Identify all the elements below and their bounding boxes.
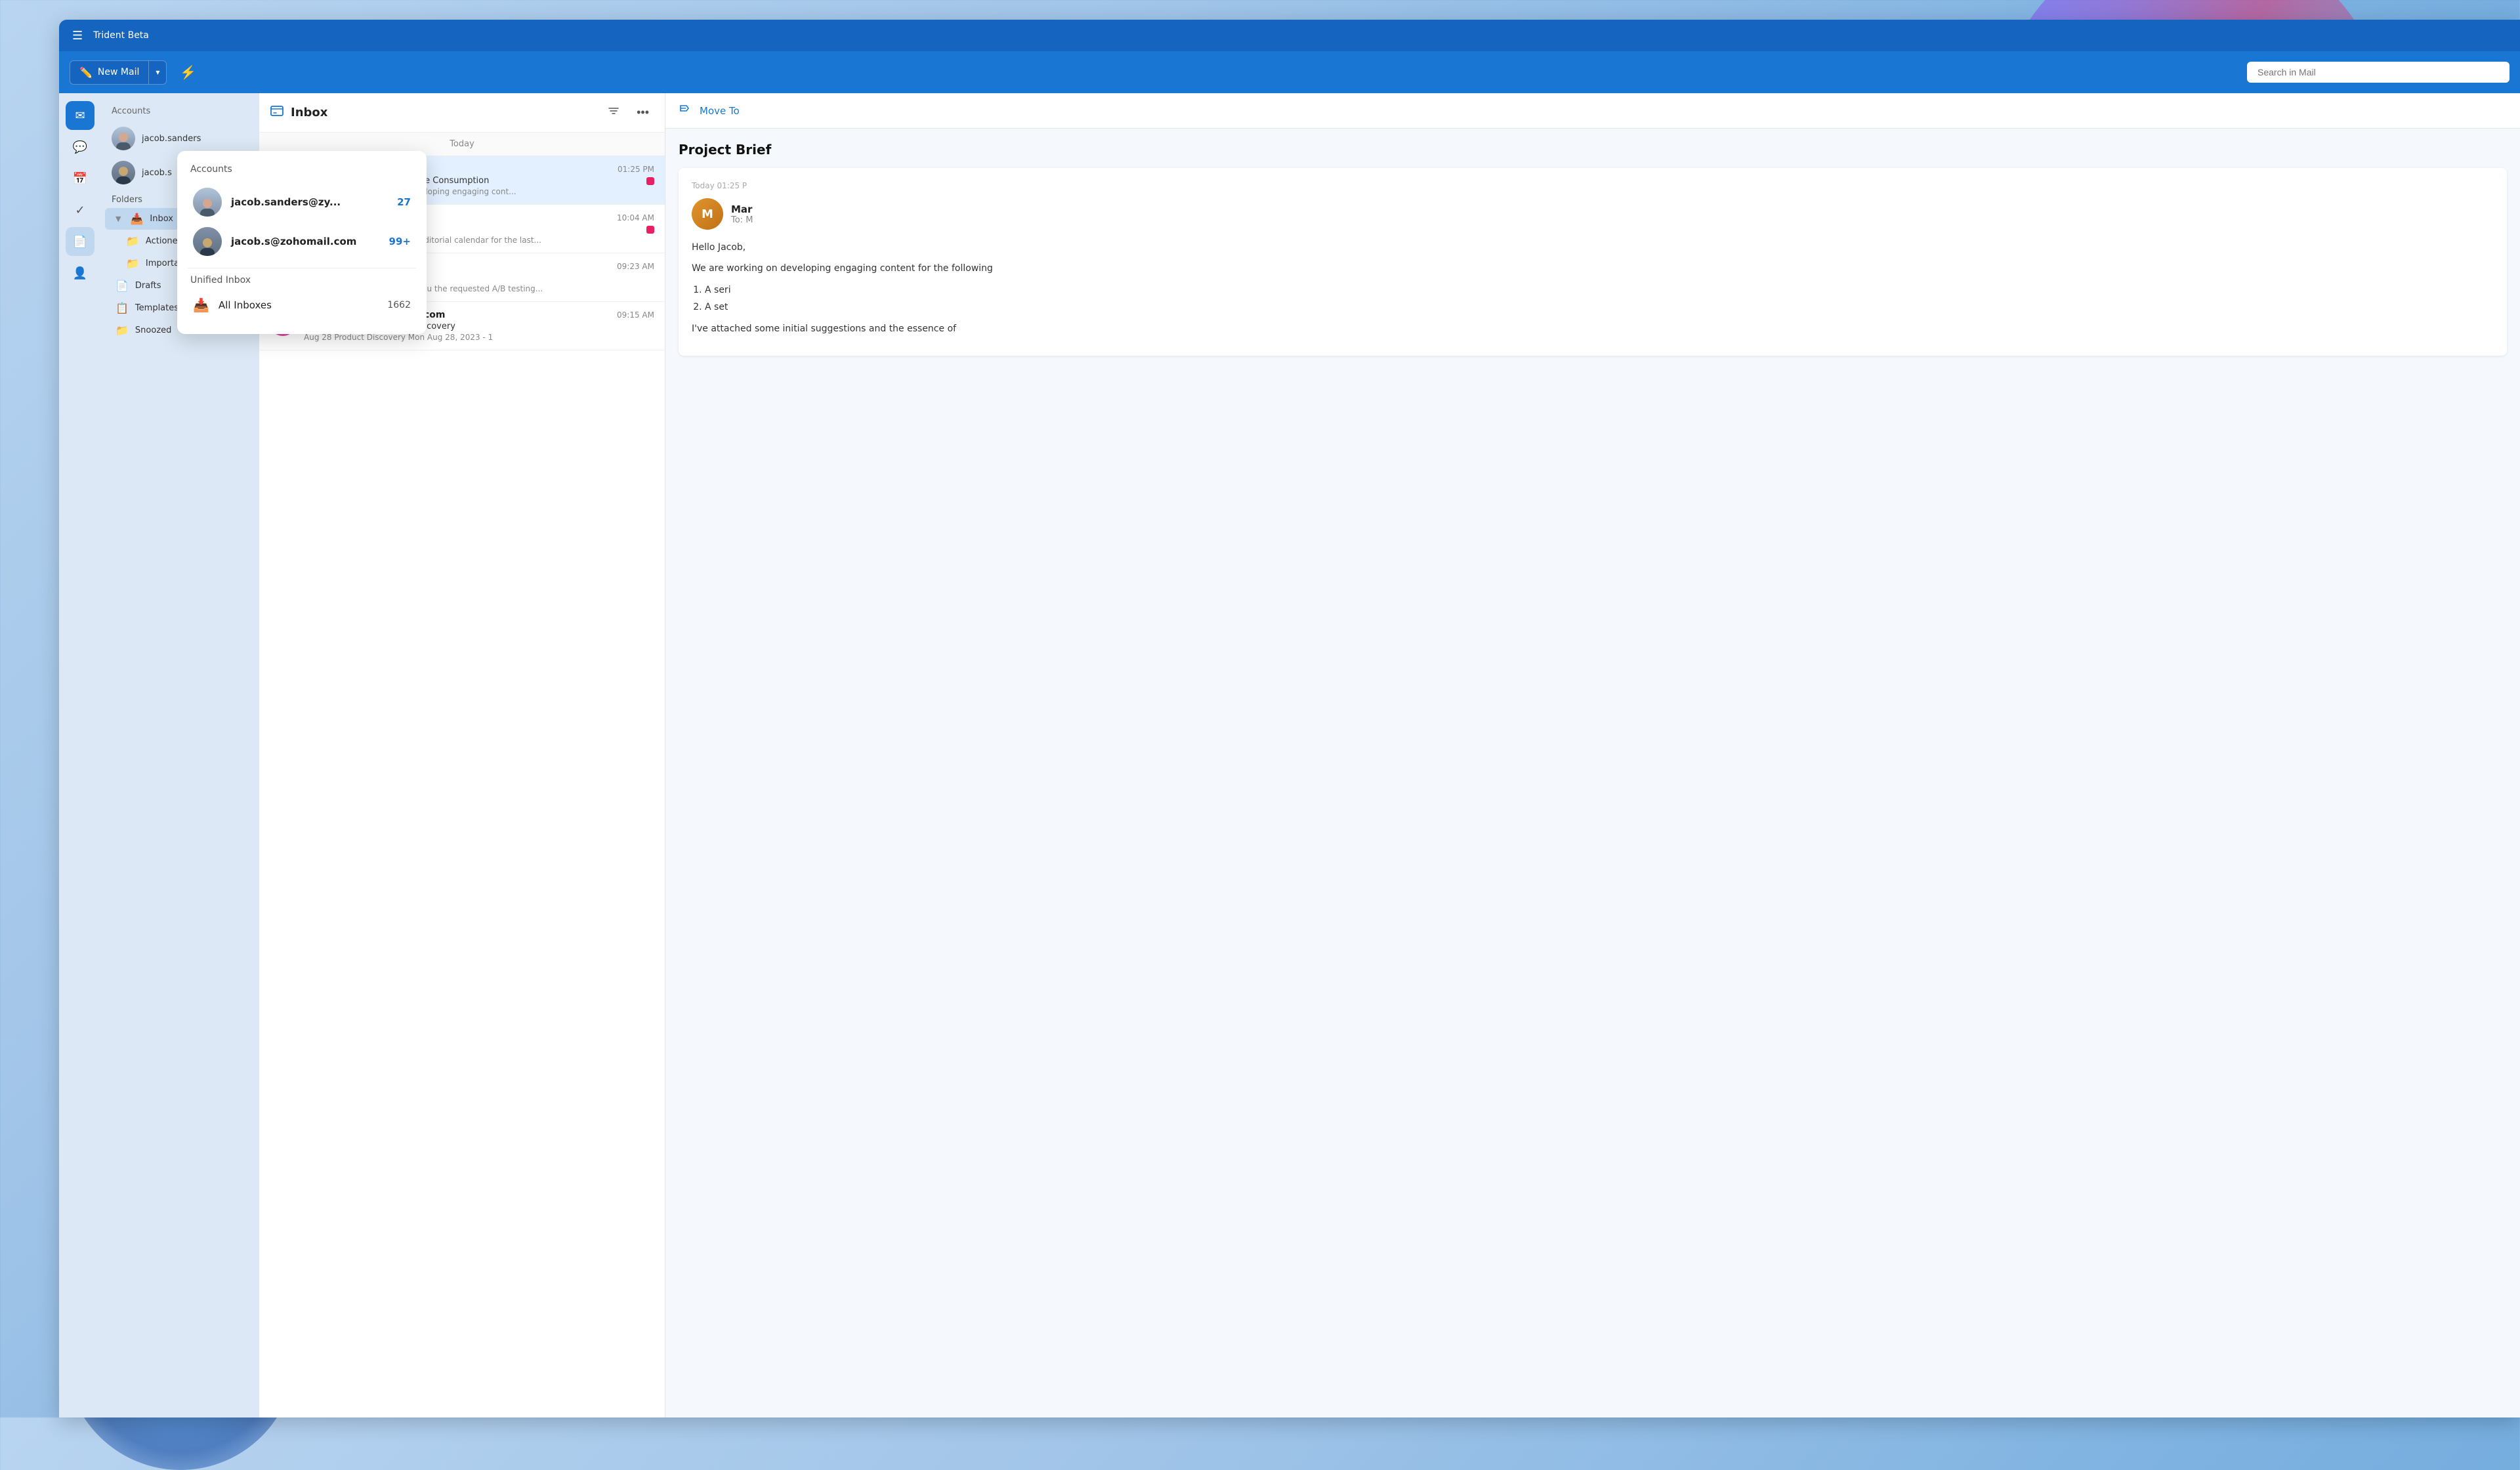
all-inboxes-icon: 📥 <box>193 297 209 313</box>
toolbar: ✏️ New Mail ▾ ⚡ <box>59 51 2520 93</box>
accounts-section-title: Accounts <box>101 104 259 121</box>
reading-pane: Move To Project Brief Today 01:25 P M Ma… <box>665 93 2520 1418</box>
dropdown-all-inboxes[interactable]: 📥 All Inboxes 1662 <box>188 292 416 318</box>
reading-pane-header: Move To <box>665 93 2520 129</box>
mail-time-2: 09:23 AM <box>617 262 654 271</box>
dropdown-badge-1: 99+ <box>387 236 411 247</box>
notes-nav-icon: 📄 <box>73 235 87 249</box>
inbox-title: Inbox <box>291 106 596 119</box>
content-area: ✉ 💬 📅 ✓ 📄 👤 Accounts <box>59 93 2520 1418</box>
dropdown-account-1[interactable]: jacob.s@zohomail.com 99+ <box>188 222 416 261</box>
email-list-item-1: A seri <box>705 283 2494 297</box>
account-avatar-1 <box>112 127 135 150</box>
sender-avatar: M <box>692 198 723 230</box>
dropdown-account-0[interactable]: jacob.sanders@zy... 27 <box>188 182 416 222</box>
email-intro: We are working on developing engaging co… <box>692 261 2494 276</box>
move-to-icon <box>679 102 692 119</box>
email-list-item-2: A set <box>705 300 2494 314</box>
account-name-1: jacob.sanders <box>142 134 248 144</box>
actioned-folder-icon: 📁 <box>126 235 139 247</box>
templates-folder-icon: 📋 <box>116 302 129 314</box>
all-inboxes-count: 1662 <box>387 300 411 310</box>
nav-item-notes[interactable]: 📄 <box>66 227 94 256</box>
filter-button[interactable] <box>602 102 625 123</box>
email-to: To: M <box>731 215 2494 225</box>
mail-time-3: 09:15 AM <box>617 310 654 320</box>
nav-item-tasks[interactable]: ✓ <box>66 196 94 224</box>
email-card: Today 01:25 P M Mar To: M Hello Jacob, W… <box>679 168 2507 356</box>
nav-item-calendar[interactable]: 📅 <box>66 164 94 193</box>
move-to-label[interactable]: Move To <box>700 105 740 117</box>
contacts-nav-icon: 👤 <box>73 266 87 280</box>
folder-expand-icon: ▼ <box>116 215 121 223</box>
mail-preview-3: Aug 28 Product Discovery Mon Aug 28, 202… <box>304 333 654 342</box>
email-meta: M Mar To: M <box>692 198 2494 230</box>
email-footer: I've attached some initial suggestions a… <box>692 322 2494 336</box>
drafts-folder-icon: 📄 <box>116 280 129 292</box>
email-subject-title: Project Brief <box>679 142 2507 158</box>
app-window: ☰ Trident Beta ✏️ New Mail ▾ ⚡ ✉ 💬 📅 <box>59 20 2520 1418</box>
email-sender-name: Mar <box>731 203 2494 215</box>
title-bar: ☰ Trident Beta <box>59 20 2520 51</box>
inbox-folder-icon: 📥 <box>130 213 143 225</box>
important-folder-icon: 📁 <box>126 257 139 270</box>
email-greeting: Hello Jacob, <box>692 240 2494 255</box>
mail-list-header: Inbox ••• <box>259 93 665 133</box>
email-sender-info: Mar To: M <box>731 203 2494 225</box>
search-input[interactable] <box>2247 62 2510 83</box>
calendar-nav-icon: 📅 <box>73 172 87 186</box>
tasks-nav-icon: ✓ <box>75 203 85 217</box>
snoozed-folder-icon: 📁 <box>116 324 129 337</box>
color-tag-0 <box>646 177 654 185</box>
dropdown-badge-0: 27 <box>387 196 411 208</box>
chat-nav-icon: 💬 <box>73 140 87 154</box>
dropdown-accounts-title: Accounts <box>188 164 416 175</box>
email-list: A seri A set <box>705 283 2494 315</box>
nav-item-mail[interactable]: ✉ <box>66 101 94 130</box>
new-mail-dropdown-arrow[interactable]: ▾ <box>149 62 166 82</box>
dropdown-avatar-0 <box>193 188 222 217</box>
dropdown-avatar-1 <box>193 227 222 256</box>
color-tag-1 <box>646 226 654 234</box>
dropdown-unified-title: Unified Inbox <box>188 275 416 285</box>
new-mail-label: New Mail <box>98 67 139 77</box>
account-avatar-2 <box>112 161 135 184</box>
dropdown-account-name-0: jacob.sanders@zy... <box>231 196 378 208</box>
mail-time-1: 10:04 AM <box>617 213 654 222</box>
new-mail-main[interactable]: ✏️ New Mail <box>70 61 149 84</box>
dropdown-account-name-1: jacob.s@zohomail.com <box>231 236 378 247</box>
email-body: Hello Jacob, We are working on developin… <box>692 240 2494 336</box>
mail-time-0: 01:25 PM <box>618 165 654 174</box>
inbox-header-icon <box>270 104 284 121</box>
nav-item-chat[interactable]: 💬 <box>66 133 94 161</box>
nav-rail: ✉ 💬 📅 ✓ 📄 👤 <box>59 93 101 1418</box>
compose-icon: ✏️ <box>79 66 93 79</box>
mail-nav-icon: ✉ <box>75 109 85 123</box>
lightning-button[interactable]: ⚡ <box>175 59 201 86</box>
all-inboxes-name: All Inboxes <box>219 299 378 311</box>
hamburger-icon[interactable]: ☰ <box>70 26 85 45</box>
reading-pane-content: Project Brief Today 01:25 P M Mar To: M <box>665 129 2520 1418</box>
accounts-dropdown: Accounts jacob.sanders@zy... 27 jacob.s@… <box>177 151 427 334</box>
new-mail-button[interactable]: ✏️ New Mail ▾ <box>70 60 167 85</box>
app-title: Trident Beta <box>93 30 149 41</box>
email-card-timestamp: Today 01:25 P <box>692 181 2494 190</box>
more-options-button[interactable]: ••• <box>631 103 654 122</box>
nav-item-contacts[interactable]: 👤 <box>66 259 94 287</box>
